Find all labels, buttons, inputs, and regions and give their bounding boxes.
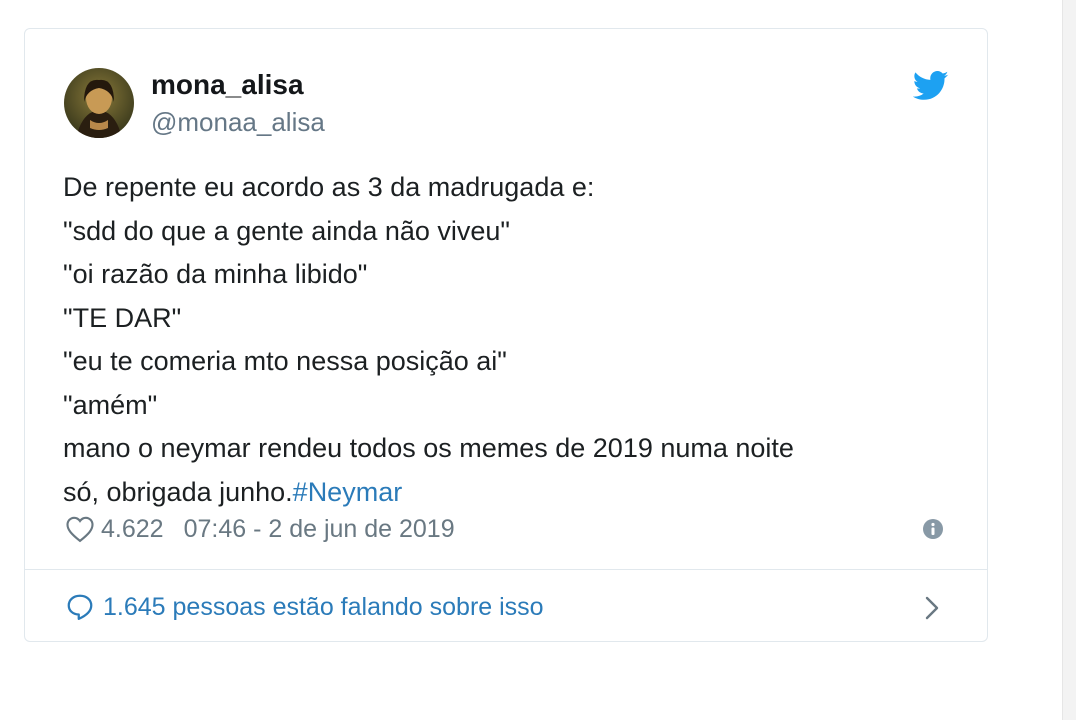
heart-icon[interactable] bbox=[65, 515, 95, 543]
hashtag-link[interactable]: #Neymar bbox=[293, 477, 403, 507]
chevron-right-icon[interactable] bbox=[923, 594, 941, 622]
tweet-text-line: "amém" bbox=[63, 389, 158, 420]
divider bbox=[25, 569, 987, 570]
conversation-text[interactable]: 1.645 pessoas estão falando sobre isso bbox=[103, 593, 544, 622]
tweet-text: De repente eu acordo as 3 da madrugada e… bbox=[63, 166, 963, 514]
info-icon[interactable] bbox=[922, 518, 944, 540]
tweet-text-line: "sdd do que a gente ainda não viveu" bbox=[63, 215, 511, 246]
tweet-text-line: "TE DAR" bbox=[63, 302, 182, 333]
tweet-text-line: "eu te comeria mto nessa posição ai" bbox=[63, 346, 507, 376]
timestamp[interactable]: 07:46 - 2 de jun de 2019 bbox=[184, 515, 455, 544]
display-name[interactable]: mona_alisa bbox=[151, 69, 304, 101]
tweet-text-fragment: só, obrigada junho. bbox=[63, 476, 293, 507]
like-count[interactable]: 4.622 bbox=[101, 515, 164, 544]
user-handle[interactable]: @monaa_alisa bbox=[151, 107, 325, 138]
page-edge-strip bbox=[1062, 0, 1076, 720]
comment-icon bbox=[65, 592, 95, 622]
tweet-text-line: De repente eu acordo as 3 da madrugada e… bbox=[63, 172, 595, 202]
conversation-link[interactable]: 1.645 pessoas estão falando sobre isso bbox=[65, 589, 544, 625]
tweet-text-line: mano o neymar rendeu todos os memes de 2… bbox=[63, 433, 794, 463]
tweet-text-line: "oi razão da minha libido" bbox=[63, 259, 368, 289]
twitter-bird-icon[interactable] bbox=[912, 71, 949, 101]
tweet-card: mona_alisa @monaa_alisa De repente eu ac… bbox=[24, 28, 988, 642]
tweet-meta: 4.622 07:46 - 2 de jun de 2019 bbox=[65, 513, 455, 545]
tweet-text-last-line: só, obrigada junho.#Neymar bbox=[63, 471, 963, 515]
avatar[interactable] bbox=[64, 68, 134, 138]
